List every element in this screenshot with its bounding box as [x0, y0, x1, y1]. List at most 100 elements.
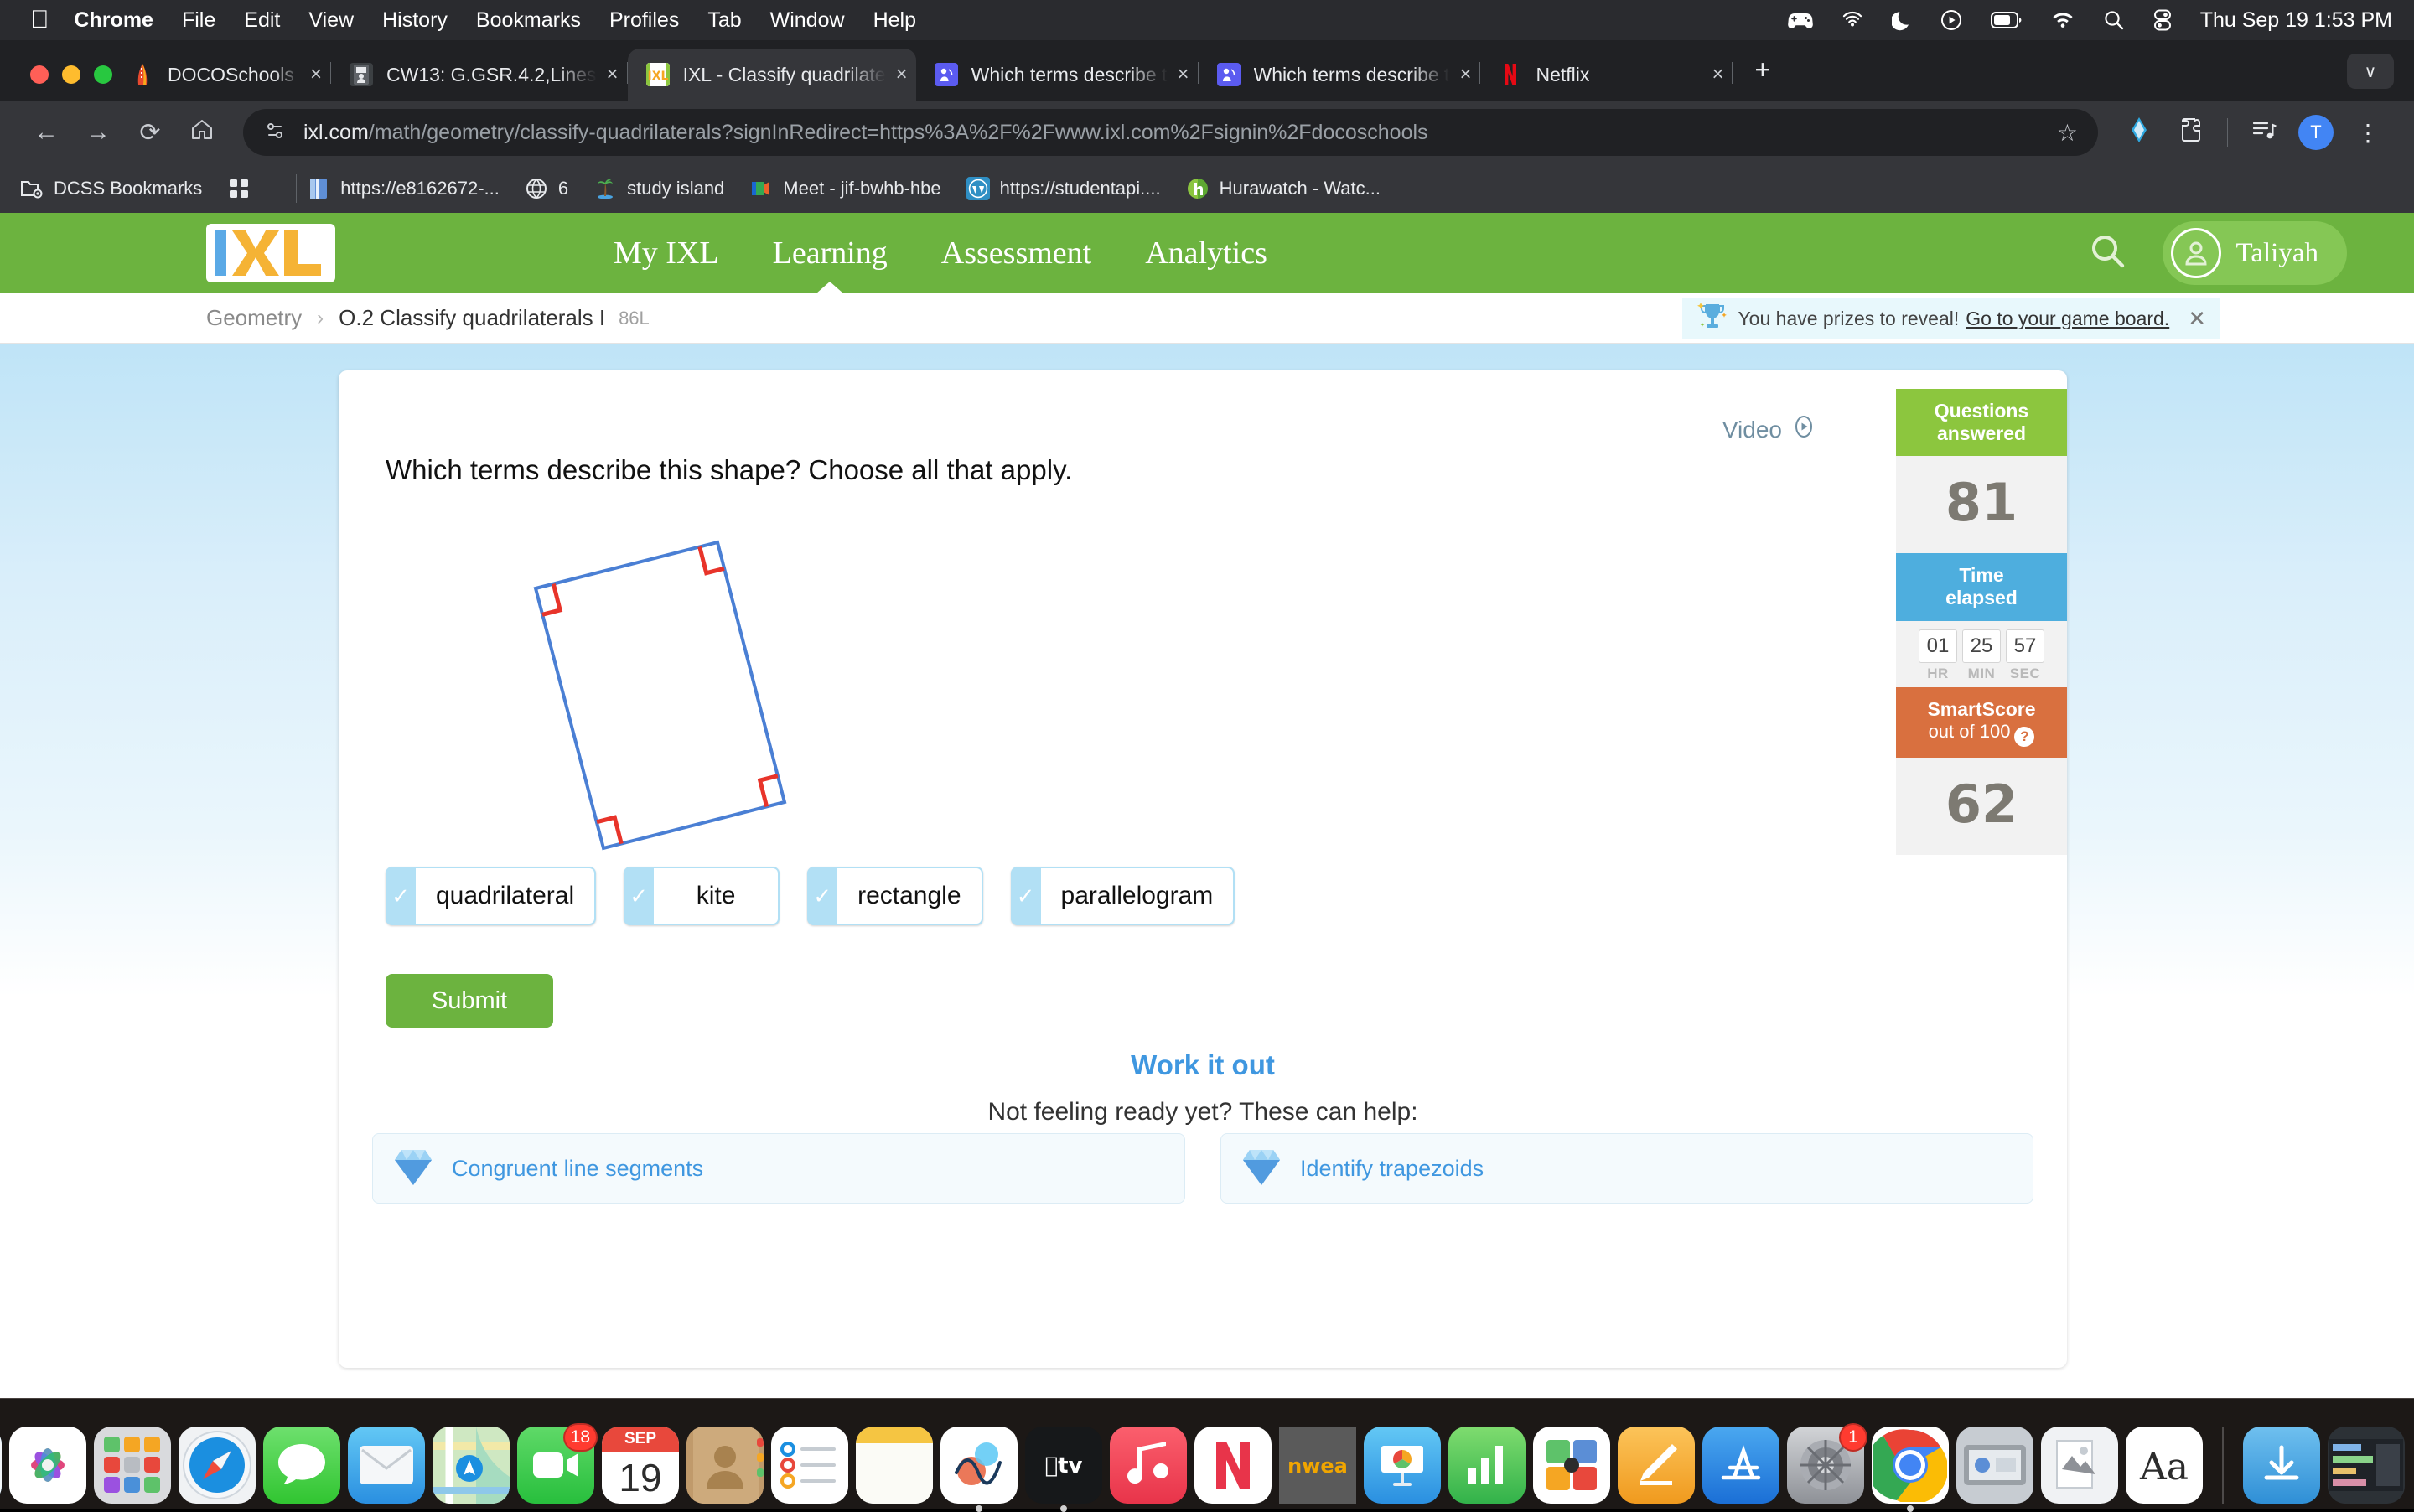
- choice-rectangle[interactable]: ✓ rectangle: [807, 867, 982, 925]
- home-button[interactable]: [176, 117, 228, 148]
- dock-app-finder[interactable]: [0, 1427, 2, 1504]
- dock-app-freeform[interactable]: [940, 1427, 1018, 1504]
- close-icon[interactable]: ✕: [2188, 306, 2206, 332]
- profile-avatar[interactable]: T: [2298, 115, 2334, 150]
- nav-my-ixl[interactable]: My IXL: [587, 235, 746, 272]
- new-tab-button[interactable]: +: [1754, 54, 1770, 85]
- dock-app-photos[interactable]: [9, 1427, 86, 1504]
- bookmark-hurawatch[interactable]: Hurawatch - Watc...: [1186, 177, 1381, 200]
- video-link[interactable]: Video: [1722, 415, 1816, 444]
- tab-ixl-classify-quadrilaterals[interactable]: IXL IXL - Classify quadrilate ×: [628, 49, 916, 101]
- choice-quadrilateral[interactable]: ✓ quadrilateral: [386, 867, 596, 925]
- search-icon[interactable]: [2103, 9, 2125, 31]
- tab-search-button[interactable]: ∨: [2347, 54, 2394, 89]
- menu-item-file[interactable]: File: [182, 8, 215, 33]
- dock-app-mail[interactable]: [348, 1427, 425, 1504]
- menu-item-chrome[interactable]: Chrome: [75, 8, 153, 33]
- dock-app-messages[interactable]: [263, 1427, 340, 1504]
- extension-diamond-icon[interactable]: [2113, 117, 2165, 149]
- dock-app-launchpad[interactable]: [94, 1427, 171, 1504]
- dock-app-numbers[interactable]: [1448, 1427, 1526, 1504]
- apple-icon[interactable]: : [30, 8, 49, 33]
- dock-app-music[interactable]: [1110, 1427, 1187, 1504]
- ixl-logo[interactable]: [206, 224, 335, 282]
- dock-app-system-settings[interactable]: 1: [1787, 1427, 1864, 1504]
- site-settings-icon[interactable]: [263, 119, 287, 147]
- tab-which-terms-1[interactable]: Which terms describe t ×: [916, 49, 1198, 101]
- dock-app-reminders[interactable]: [771, 1427, 848, 1504]
- dock-app-news[interactable]: [1194, 1427, 1272, 1504]
- maximize-window-button[interactable]: [94, 65, 112, 84]
- help-card-congruent-line-segments[interactable]: Congruent line segments: [372, 1133, 1185, 1204]
- game-board-link[interactable]: Go to your game board.: [1966, 308, 2169, 330]
- dock-app-downloads[interactable]: [2243, 1427, 2320, 1504]
- tab-close-icon[interactable]: ×: [1459, 63, 1471, 86]
- dock-app-calendar[interactable]: SEP 19: [602, 1427, 679, 1504]
- bookmark-e8162672[interactable]: https://e8162672-...: [307, 177, 500, 200]
- tab-close-icon[interactable]: ×: [310, 63, 322, 86]
- tab-docoschools[interactable]: DOCOSchools ×: [112, 49, 330, 101]
- dock-app-contacts[interactable]: [686, 1427, 764, 1504]
- checkbox-icon[interactable]: ✓: [386, 867, 416, 925]
- close-window-button[interactable]: [30, 65, 49, 84]
- choice-parallelogram[interactable]: ✓ parallelogram: [1011, 867, 1235, 925]
- dock-app-apple-tv[interactable]: tv: [1025, 1427, 1102, 1504]
- bookmark-study-island[interactable]: study island: [593, 177, 724, 200]
- bookmark-globe-6[interactable]: 6: [525, 177, 568, 200]
- extensions-puzzle-icon[interactable]: [2165, 117, 2217, 148]
- submit-button[interactable]: Submit: [386, 974, 553, 1028]
- dock-app-safari[interactable]: [179, 1427, 256, 1504]
- menu-item-help[interactable]: Help: [873, 8, 916, 33]
- nav-learning[interactable]: Learning: [746, 235, 914, 272]
- bookmark-google-meet[interactable]: Meet - jif-bwhb-hbe: [749, 177, 940, 200]
- dock-app-screenshot[interactable]: [1956, 1427, 2033, 1504]
- dock-app-dictionary[interactable]: Aa: [2126, 1427, 2203, 1504]
- battery-icon[interactable]: [1991, 12, 2023, 28]
- breadcrumb-geometry[interactable]: Geometry: [206, 305, 302, 331]
- tab-close-icon[interactable]: ×: [607, 63, 619, 86]
- dock-app-notes[interactable]: [856, 1427, 933, 1504]
- dock-app-pages[interactable]: [1618, 1427, 1695, 1504]
- menu-bar-clock[interactable]: Thu Sep 19 1:53 PM: [2200, 8, 2392, 33]
- menu-item-history[interactable]: History: [382, 8, 448, 33]
- play-circle-icon[interactable]: [1940, 9, 1962, 31]
- bookmark-studentapi[interactable]: https://studentapi....: [966, 177, 1161, 200]
- dock-app-maps[interactable]: [433, 1427, 510, 1504]
- address-bar[interactable]: ixl.com/math/geometry/classify-quadrilat…: [243, 109, 2098, 156]
- dock-app-files[interactable]: [2328, 1427, 2405, 1504]
- help-icon[interactable]: ?: [2014, 727, 2034, 747]
- tab-which-terms-2[interactable]: Which terms describe t ×: [1199, 49, 1480, 101]
- dock-app-chrome[interactable]: [1872, 1427, 1949, 1504]
- search-icon[interactable]: [2089, 232, 2127, 275]
- reload-button[interactable]: ⟳: [124, 118, 176, 148]
- tab-close-icon[interactable]: ×: [1712, 63, 1723, 86]
- checkbox-icon[interactable]: ✓: [1011, 867, 1041, 925]
- control-center-icon[interactable]: [2153, 9, 2172, 31]
- bookmark-star-icon[interactable]: ☆: [2057, 119, 2078, 147]
- tab-close-icon[interactable]: ×: [1178, 63, 1189, 86]
- menu-item-profiles[interactable]: Profiles: [609, 8, 679, 33]
- checkbox-icon[interactable]: ✓: [624, 867, 654, 925]
- bookmark-apps-grid[interactable]: [227, 177, 261, 200]
- dock-app-app-store[interactable]: [1702, 1427, 1779, 1504]
- game-controller-icon[interactable]: [1788, 11, 1813, 29]
- menu-item-tab[interactable]: Tab: [707, 8, 741, 33]
- back-button[interactable]: ←: [20, 118, 72, 147]
- minimize-window-button[interactable]: [62, 65, 80, 84]
- tab-close-icon[interactable]: ×: [896, 63, 908, 86]
- reading-list-icon[interactable]: [2238, 118, 2290, 148]
- nav-analytics[interactable]: Analytics: [1118, 235, 1294, 272]
- dock-app-facetime[interactable]: 18: [517, 1427, 594, 1504]
- wifi-icon[interactable]: [2051, 11, 2075, 29]
- dock-app-slides[interactable]: [1533, 1427, 1610, 1504]
- user-menu-button[interactable]: Taliyah: [2163, 221, 2347, 285]
- bookmark-dcss-bookmarks[interactable]: DCSS Bookmarks: [20, 177, 202, 200]
- nav-assessment[interactable]: Assessment: [914, 235, 1118, 272]
- forward-button[interactable]: →: [72, 118, 124, 147]
- airplay-icon[interactable]: [1842, 9, 1863, 31]
- chrome-menu-icon[interactable]: ⋮: [2342, 119, 2394, 147]
- menu-item-view[interactable]: View: [308, 8, 354, 33]
- tab-cw13[interactable]: CW13: G.GSR.4.2,Lines ×: [331, 49, 627, 101]
- menu-item-window[interactable]: Window: [770, 8, 845, 33]
- choice-kite[interactable]: ✓ kite: [624, 867, 780, 925]
